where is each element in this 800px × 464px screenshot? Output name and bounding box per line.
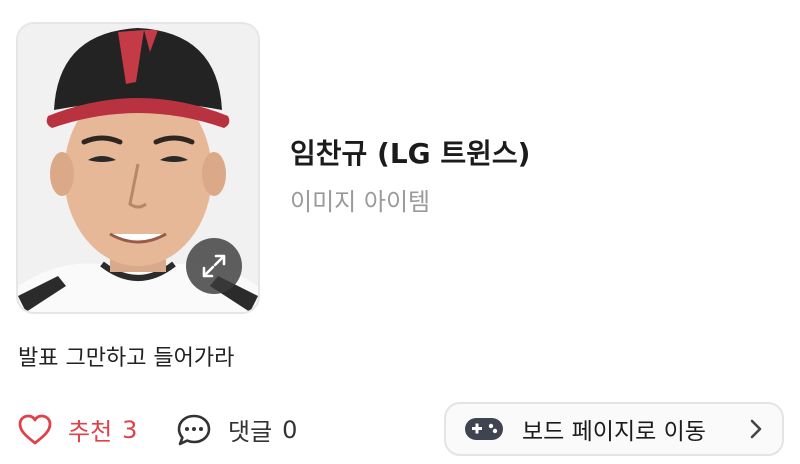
item-title[interactable]: 임찬규 (LG 트윈스) — [290, 132, 530, 172]
go-to-board-label: 보드 페이지로 이동 — [522, 419, 706, 445]
like-label: 추천 — [68, 418, 113, 446]
expand-icon — [202, 254, 226, 278]
expand-button[interactable] — [186, 238, 242, 294]
comment-button[interactable]: 댓글 0 — [176, 412, 297, 447]
comment-label: 댓글 — [228, 418, 273, 446]
heart-icon — [18, 414, 52, 444]
like-button[interactable]: 추천 3 — [18, 412, 137, 447]
go-to-board-button[interactable]: 보드 페이지로 이동 — [444, 402, 784, 456]
chevron-right-icon — [750, 419, 762, 439]
comment-count: 0 — [282, 415, 298, 444]
comment-bubble-icon — [177, 414, 211, 445]
gamepad-icon — [465, 418, 503, 440]
post-footer: 추천 3 댓글 0 보드 페이지로 이동 — [0, 402, 800, 458]
post-text: 발표 그만하고 들어가라 — [18, 346, 235, 371]
item-type-label: 이미지 아이템 — [290, 188, 431, 216]
item-image[interactable] — [16, 22, 260, 314]
like-count: 3 — [122, 415, 138, 444]
